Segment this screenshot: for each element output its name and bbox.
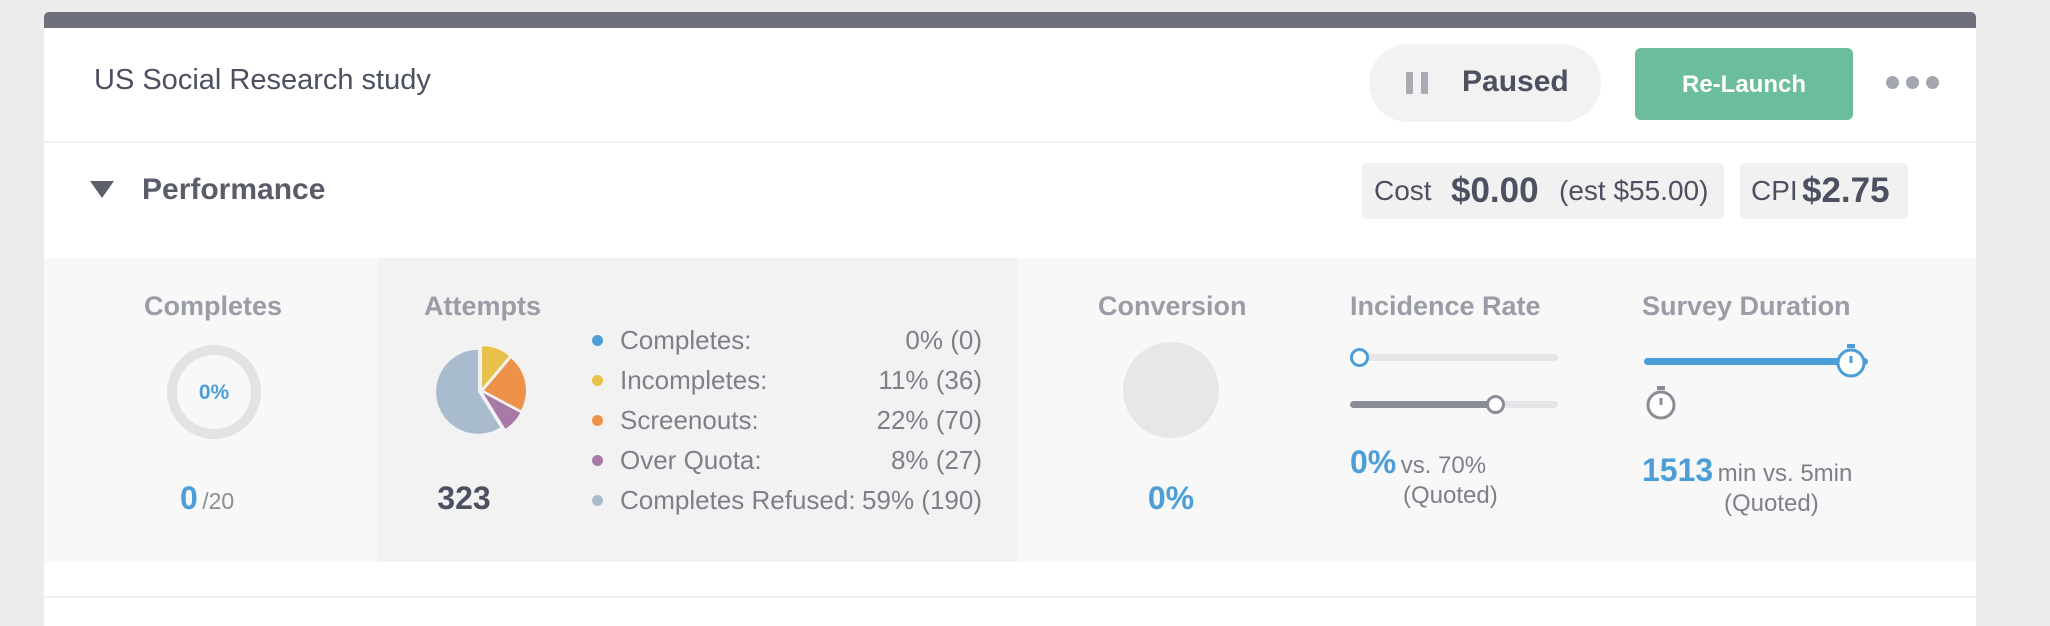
legend-value: 11% (36) xyxy=(878,365,982,395)
conversion-circle xyxy=(1123,342,1219,438)
conversion-value: 0% xyxy=(1147,480,1195,516)
collapse-toggle-icon[interactable] xyxy=(90,181,114,198)
legend-value: 59% (190) xyxy=(862,485,982,515)
completes-title: Completes xyxy=(144,291,283,321)
completes-target: /20 xyxy=(202,488,235,514)
header-divider xyxy=(44,141,1976,143)
legend-dot-icon xyxy=(592,375,603,386)
incidence-quoted-handle xyxy=(1486,395,1506,414)
legend-value: 8% (27) xyxy=(890,445,982,475)
attempts-total: 323 xyxy=(437,480,491,516)
attempts-pie-chart xyxy=(436,346,526,434)
more-options-icon[interactable] xyxy=(1886,76,1940,90)
conversion-title: Conversion xyxy=(1098,291,1247,321)
duration-actual-value: 1513 xyxy=(1642,452,1714,488)
cpi-summary: CPI $2.75 xyxy=(1740,163,1908,219)
duration-quoted-value: min vs. 5min xyxy=(1717,460,1853,487)
legend-dot-icon xyxy=(592,335,603,346)
attempts-legend-item: Completes Refused: 59% (190) xyxy=(592,480,982,520)
completes-count-row: 0 /20 xyxy=(180,482,234,514)
study-card: US Social Research study Paused Re-Launc… xyxy=(44,28,1976,626)
attempts-legend-item: Completes: 0% (0) xyxy=(592,320,982,360)
legend-label: Completes Refused: xyxy=(620,485,856,515)
completes-percent: 0% xyxy=(198,381,230,404)
cost-label: Cost xyxy=(1374,175,1432,206)
legend-label: Screenouts: xyxy=(620,405,759,435)
card-top-bar xyxy=(44,12,1976,28)
incidence-actual-value: 0% xyxy=(1350,444,1397,480)
performance-stats: Completes 0% 0 /20 Attempts 323 Complete… xyxy=(44,258,1976,562)
attempts-legend-item: Screenouts: 22% (70) xyxy=(592,400,982,440)
incidence-quoted-slider xyxy=(1350,395,1558,415)
relaunch-button[interactable]: Re-Launch xyxy=(1635,48,1853,120)
incidence-actual-handle xyxy=(1350,348,1369,367)
study-title: US Social Research study xyxy=(94,64,431,96)
legend-label: Completes: xyxy=(620,325,752,355)
legend-value: 0% (0) xyxy=(905,325,982,355)
duration-values: 1513 min vs. 5min xyxy=(1642,454,1852,486)
completes-count: 0 xyxy=(180,480,198,516)
legend-label: Over Quota: xyxy=(620,445,762,475)
incidence-rate-title: Incidence Rate xyxy=(1350,291,1541,321)
stopwatch-quoted-icon xyxy=(1646,386,1676,420)
status-toggle[interactable]: Paused xyxy=(1369,44,1601,122)
legend-label: Incompletes: xyxy=(620,365,768,395)
cost-value: $0.00 xyxy=(1451,171,1539,210)
incidence-quoted-label: (Quoted) xyxy=(1403,482,1498,509)
duration-actual-slider xyxy=(1644,344,1868,378)
attempts-legend-item: Over Quota: 8% (27) xyxy=(592,440,982,480)
attempts-legend: Completes: 0% (0) Incompletes: 11% (36) Scre… xyxy=(592,320,982,520)
cost-summary: Cost $0.00 (est $55.00) xyxy=(1362,163,1724,219)
attempts-title: Attempts xyxy=(424,291,542,321)
cpi-value: $2.75 xyxy=(1802,171,1890,210)
legend-dot-icon xyxy=(592,495,603,506)
incidence-quoted-value: vs. 70% xyxy=(1400,452,1487,479)
stopwatch-icon xyxy=(1836,344,1866,378)
legend-dot-icon xyxy=(592,455,603,466)
bottom-divider xyxy=(44,596,1976,598)
duration-quoted-label: (Quoted) xyxy=(1724,490,1819,517)
survey-duration-title: Survey Duration xyxy=(1642,291,1851,321)
legend-value: 22% (70) xyxy=(876,405,983,435)
incidence-values: 0% vs. 70% xyxy=(1350,446,1486,478)
cost-estimate: (est $55.00) xyxy=(1559,175,1709,206)
pause-icon xyxy=(1406,72,1430,94)
attempts-legend-item: Incompletes: 11% (36) xyxy=(592,360,982,400)
legend-dot-icon xyxy=(592,415,603,426)
cpi-label: CPI xyxy=(1751,175,1798,206)
status-label: Paused xyxy=(1462,65,1569,98)
performance-title: Performance xyxy=(142,173,326,206)
incidence-actual-slider xyxy=(1350,348,1558,368)
